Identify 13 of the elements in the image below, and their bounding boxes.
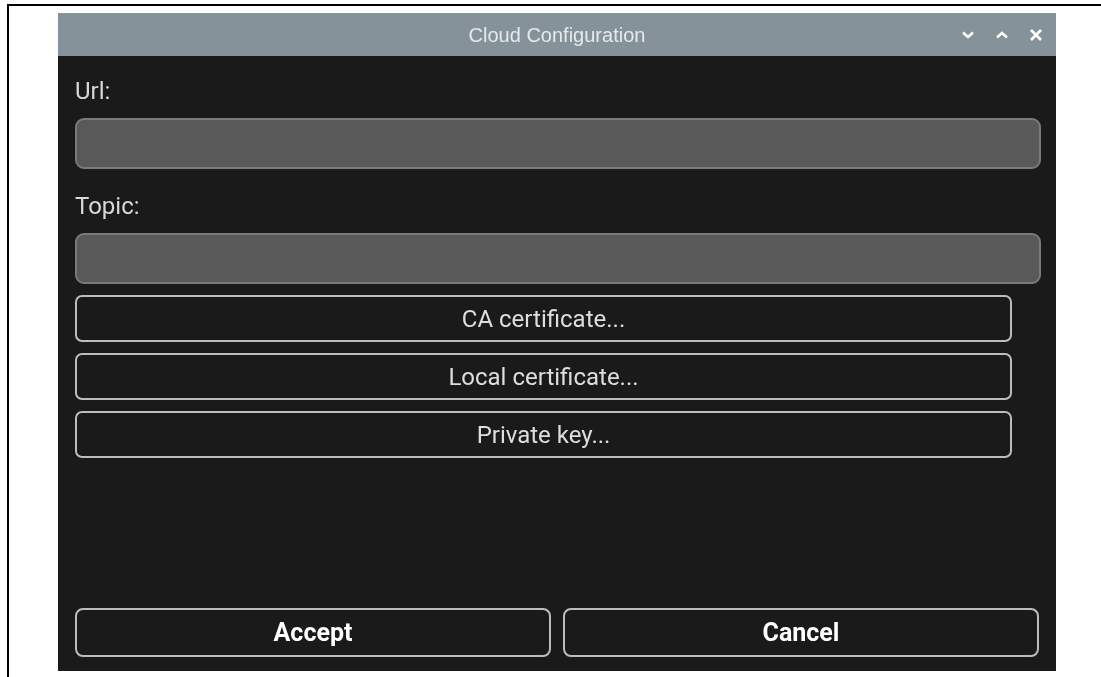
dialog-button[interactable]: Cancel	[563, 608, 1039, 657]
field-label: Topic:	[75, 191, 141, 221]
file-button[interactable]: Private key...	[75, 411, 1012, 458]
close-icon[interactable]	[1030, 28, 1042, 41]
input-field[interactable]	[75, 118, 1041, 169]
file-button[interactable]: CA certificate...	[75, 295, 1012, 342]
field-label: Url:	[75, 76, 112, 106]
input-field[interactable]	[75, 233, 1041, 284]
window-title: Cloud Configuration	[468, 22, 646, 48]
maximize-icon[interactable]	[996, 30, 1008, 39]
minimize-icon[interactable]	[962, 30, 974, 39]
dialog-button[interactable]: Accept	[75, 608, 551, 657]
file-button[interactable]: Local certificate...	[75, 353, 1012, 400]
